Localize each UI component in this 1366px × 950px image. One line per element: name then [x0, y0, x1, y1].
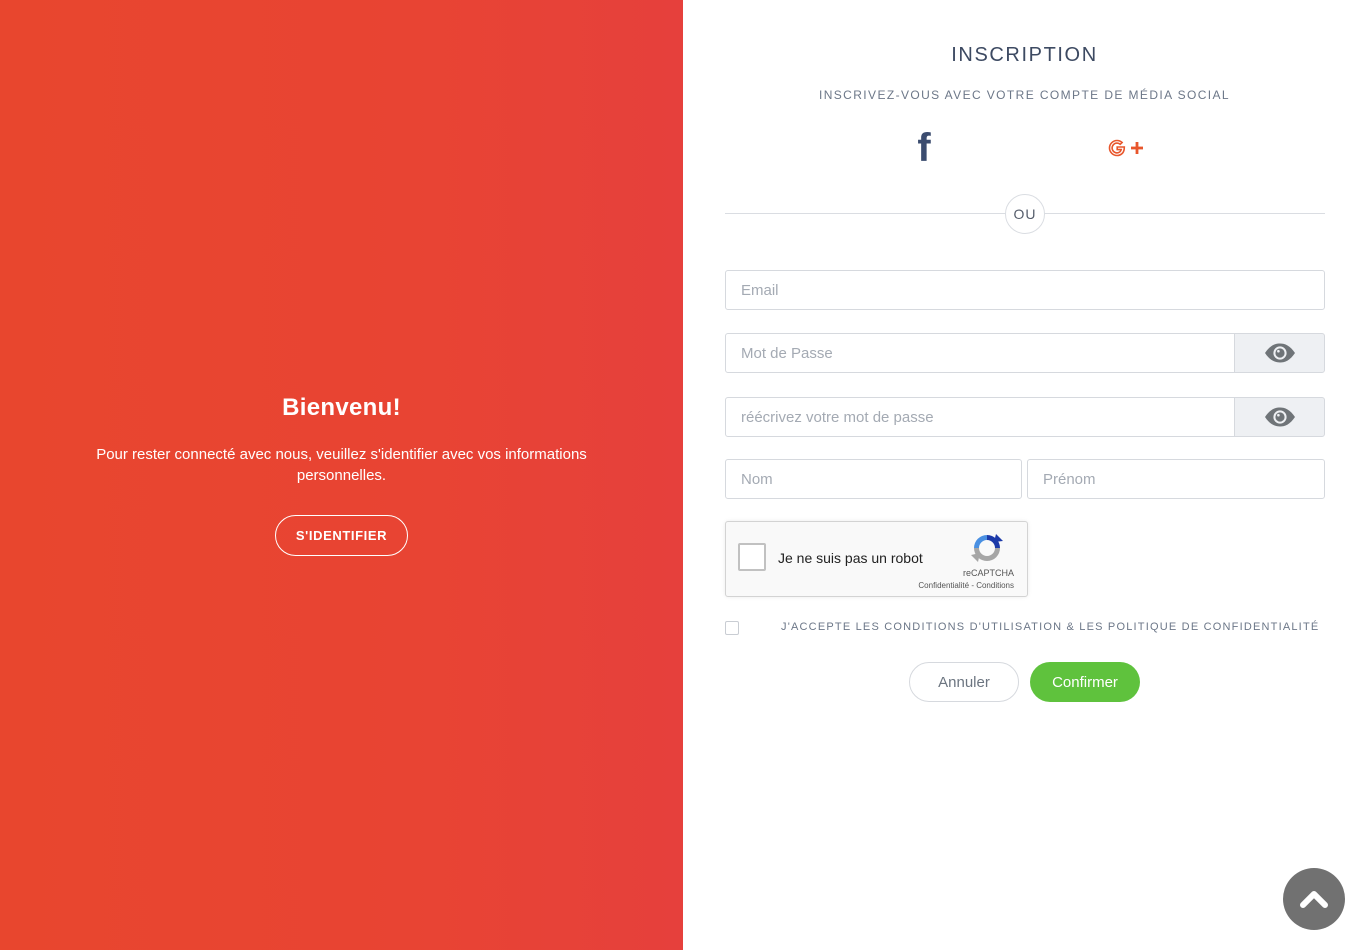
toggle-password-button[interactable]: [1234, 333, 1325, 373]
cancel-button[interactable]: Annuler: [909, 662, 1019, 702]
social-subtitle: INSCRIVEZ-VOUS AVEC VOTRE COMPTE DE MÉDI…: [818, 88, 1231, 102]
nom-field[interactable]: [725, 459, 1022, 499]
recaptcha-links[interactable]: Confidentialité - Conditions: [876, 581, 1014, 590]
page-title: INSCRIPTION: [951, 44, 1098, 66]
welcome-text: Pour rester connecté avec nous, veuillez…: [96, 446, 587, 484]
facebook-icon[interactable]: f: [912, 126, 936, 170]
welcome-panel: Bienvenu! Pour rester connecté avec nous…: [0, 0, 683, 950]
terms-checkbox[interactable]: [725, 621, 739, 635]
signup-panel: INSCRIPTION INSCRIVEZ-VOUS AVEC VOTRE CO…: [683, 0, 1366, 950]
google-plus-icon[interactable]: [1103, 134, 1147, 162]
eye-icon: [1264, 407, 1295, 427]
scroll-top-button[interactable]: [1283, 868, 1345, 930]
recaptcha-label: Je ne suis pas un robot: [778, 550, 923, 566]
email-field[interactable]: [725, 270, 1325, 310]
password-field[interactable]: [725, 333, 1235, 373]
terms-label: J'ACCEPTE LES CONDITIONS D'UTILISATION &…: [781, 621, 1320, 633]
confirm-button[interactable]: Confirmer: [1030, 662, 1140, 702]
chevron-up-icon: [1300, 891, 1328, 908]
or-separator: OU: [1005, 194, 1045, 234]
eye-icon: [1264, 343, 1295, 363]
recaptcha-brand: reCAPTCHA: [962, 568, 1014, 578]
recaptcha-widget: Je ne suis pas un robot reCAPTCHA Confid…: [725, 521, 1028, 597]
password-confirm-field[interactable]: [725, 397, 1235, 437]
recaptcha-icon: [971, 534, 1003, 562]
prenom-field[interactable]: [1027, 459, 1325, 499]
welcome-title: Bienvenu!: [282, 394, 401, 421]
recaptcha-checkbox[interactable]: [738, 543, 766, 571]
toggle-password-confirm-button[interactable]: [1234, 397, 1325, 437]
signin-button[interactable]: S'IDENTIFIER: [275, 515, 408, 556]
